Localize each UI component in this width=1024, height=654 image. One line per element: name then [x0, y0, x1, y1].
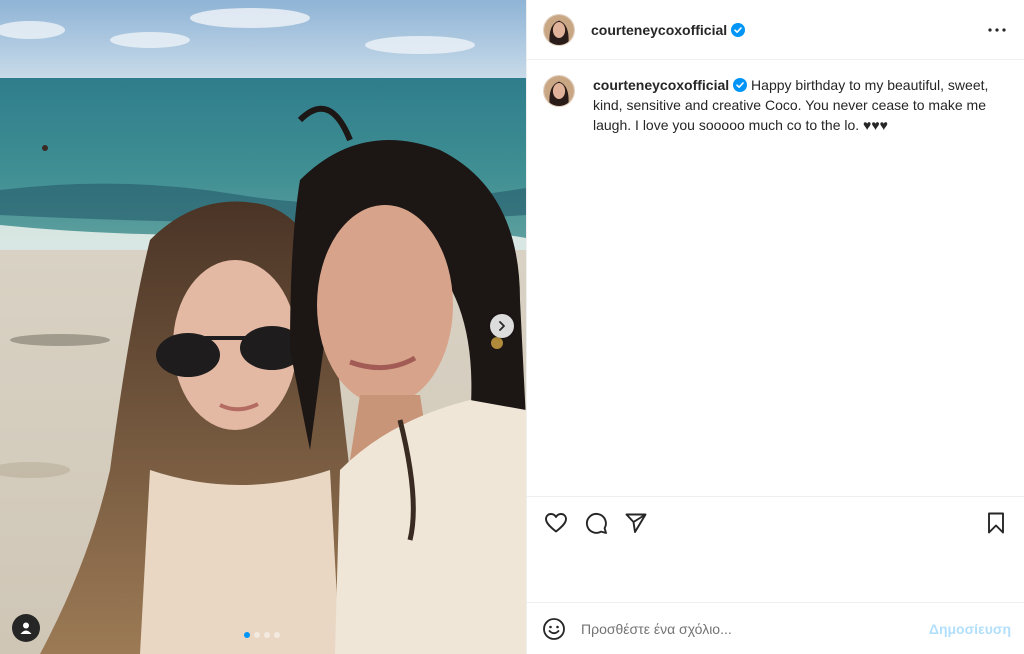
- next-photo-button[interactable]: [490, 314, 514, 338]
- verified-badge-icon: [733, 78, 748, 92]
- send-icon: [625, 513, 647, 533]
- bookmark-icon: [988, 512, 1004, 533]
- caption-text: courteneycoxofficial Happy birthday to m…: [593, 75, 993, 135]
- caption-section: courteneycoxofficial Happy birthday to m…: [527, 61, 1024, 496]
- share-button[interactable]: [623, 510, 649, 536]
- caption-username[interactable]: courteneycoxofficial: [593, 77, 729, 93]
- add-comment-bar: Δημοσίευση: [527, 602, 1024, 654]
- avatar-image: [544, 76, 574, 106]
- verified-badge-icon: [731, 22, 746, 37]
- beach-selfie-image: [0, 0, 526, 654]
- like-button[interactable]: [543, 510, 569, 536]
- post-photo[interactable]: [0, 0, 526, 654]
- caption-row: courteneycoxofficial Happy birthday to m…: [543, 75, 1009, 135]
- comment-button[interactable]: [583, 510, 609, 536]
- chevron-right-icon: [499, 321, 505, 331]
- avatar[interactable]: [543, 13, 575, 46]
- emoji-icon: [543, 617, 565, 640]
- carousel-dot: [274, 632, 280, 638]
- user-tag-icon: [20, 622, 32, 634]
- comment-icon: [585, 512, 607, 534]
- emoji-button[interactable]: [541, 616, 567, 642]
- header-username[interactable]: courteneycoxofficial: [591, 22, 727, 38]
- post-header: courteneycoxofficial: [527, 0, 1024, 60]
- post-comment-button[interactable]: Δημοσίευση: [929, 621, 1011, 637]
- save-button[interactable]: [983, 510, 1009, 536]
- heart-icon: [545, 512, 567, 532]
- carousel-dot: [264, 632, 270, 638]
- tagged-users-button[interactable]: [12, 614, 40, 642]
- carousel-indicator: [244, 632, 280, 638]
- carousel-dot: [254, 632, 260, 638]
- carousel-dot: [244, 632, 250, 638]
- avatar-image: [544, 14, 574, 45]
- more-options-icon: [988, 27, 1006, 32]
- post-details-panel: courteneycoxofficial courteneycoxofficia…: [526, 0, 1024, 654]
- post-actions: [527, 496, 1024, 548]
- comment-input[interactable]: [581, 620, 929, 637]
- more-options-button[interactable]: [985, 18, 1009, 42]
- caption-avatar[interactable]: [543, 75, 575, 107]
